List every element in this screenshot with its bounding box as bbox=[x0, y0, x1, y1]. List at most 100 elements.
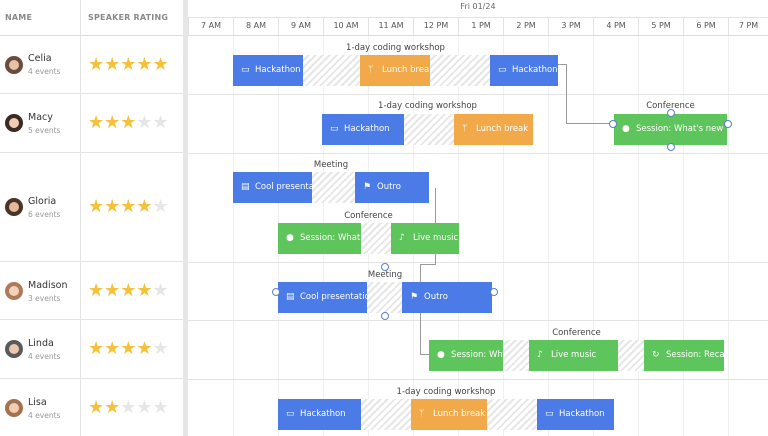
speaker-row[interactable]: Celia 4 events ★★★★★ bbox=[0, 36, 183, 94]
dependency-line[interactable] bbox=[558, 64, 566, 65]
hour-label: 5 PM bbox=[638, 18, 683, 36]
grid-line bbox=[638, 36, 639, 436]
avatar bbox=[5, 114, 23, 132]
rating-column-header[interactable]: SPEAKER RATING bbox=[88, 13, 168, 22]
refresh-icon: ↻ bbox=[652, 350, 660, 360]
resource-grid: NAME SPEAKER RATING Celia 4 events ★★★★★… bbox=[0, 0, 183, 436]
event-hackathon[interactable]: ▭ Hackathon bbox=[490, 55, 558, 86]
hour-label: 11 AM bbox=[368, 18, 413, 36]
rating-stars[interactable]: ★★★★★ bbox=[88, 56, 169, 74]
connector-handle[interactable] bbox=[667, 109, 675, 117]
guitar-icon: ♪ bbox=[537, 350, 543, 360]
flag-icon: ⚑ bbox=[363, 182, 372, 192]
dependency-line[interactable] bbox=[420, 264, 436, 265]
speaker-name: Madison bbox=[28, 280, 68, 291]
grid-line bbox=[593, 36, 594, 436]
event-hackathon[interactable]: ▭ Hackathon bbox=[233, 55, 303, 86]
row-line bbox=[188, 94, 768, 95]
rating-stars[interactable]: ★★★★★ bbox=[88, 340, 169, 358]
laptop-icon: ▭ bbox=[241, 65, 250, 75]
connector-handle[interactable] bbox=[272, 288, 280, 296]
speaker-row[interactable]: Lisa 4 events ★★★★★ bbox=[0, 379, 183, 436]
hour-label: 9 AM bbox=[278, 18, 323, 36]
event-hackathon[interactable]: ▭ Hackathon bbox=[322, 114, 404, 145]
connector-handle[interactable] bbox=[381, 263, 389, 271]
event-session-whats-new[interactable]: ●Session: What's new bbox=[614, 114, 727, 145]
info-icon: ● bbox=[622, 124, 630, 134]
name-column-header[interactable]: NAME bbox=[5, 13, 32, 22]
group-title: Meeting bbox=[367, 270, 403, 280]
speaker-events: 4 events bbox=[28, 352, 61, 361]
connector-handle[interactable] bbox=[724, 120, 732, 128]
row-line bbox=[188, 153, 768, 154]
hour-label: 8 AM bbox=[233, 18, 278, 36]
event-lunch-break[interactable]: ᛘ Lunch break bbox=[454, 114, 533, 145]
connector-handle[interactable] bbox=[609, 120, 617, 128]
event-hackathon[interactable]: ▭ Hackathon bbox=[537, 399, 614, 430]
break-gap bbox=[303, 55, 360, 86]
grid-line bbox=[683, 36, 684, 436]
event-live-music[interactable]: ♪ Live music bbox=[391, 223, 459, 254]
event-lunch-break[interactable]: ᛘ Lunch break bbox=[360, 55, 430, 86]
event-outro[interactable]: ⚑ Outro bbox=[402, 282, 492, 313]
speaker-events: 4 events bbox=[28, 67, 61, 76]
event-session-recap[interactable]: ↻ Session: Recap bbox=[644, 340, 724, 371]
hour-label: 7 PM bbox=[728, 18, 768, 36]
event-outro[interactable]: ⚑ Outro bbox=[355, 172, 429, 203]
document-icon: ▤ bbox=[286, 292, 295, 302]
grid-header: NAME SPEAKER RATING bbox=[0, 0, 183, 36]
break-gap bbox=[503, 340, 529, 371]
hour-label: 6 PM bbox=[683, 18, 728, 36]
dependency-line[interactable] bbox=[420, 354, 429, 355]
speaker-events: 6 events bbox=[28, 210, 61, 219]
grid-line bbox=[548, 36, 549, 436]
event-live-music[interactable]: ♪ Live music bbox=[529, 340, 618, 371]
rating-stars[interactable]: ★★★★★ bbox=[88, 198, 169, 216]
guitar-icon: ♪ bbox=[399, 233, 405, 243]
hour-label: 7 AM bbox=[188, 18, 233, 36]
connector-handle[interactable] bbox=[667, 143, 675, 151]
laptop-icon: ▭ bbox=[286, 409, 295, 419]
event-session-whats-new[interactable]: ●Session: What's new bbox=[429, 340, 503, 371]
hour-label: 10 AM bbox=[323, 18, 368, 36]
speaker-row[interactable]: Madison 3 events ★★★★★ bbox=[0, 262, 183, 320]
event-hackathon[interactable]: ▭ Hackathon bbox=[278, 399, 361, 430]
rating-stars[interactable]: ★★★★★ bbox=[88, 114, 169, 132]
event-cool-presentation[interactable]: ▤Cool presentation bbox=[233, 172, 312, 203]
laptop-icon: ▭ bbox=[498, 65, 507, 75]
grid-line bbox=[233, 36, 234, 436]
hour-label: 3 PM bbox=[548, 18, 593, 36]
group-title: Conference bbox=[552, 328, 601, 338]
row-line bbox=[188, 320, 768, 321]
document-icon: ▤ bbox=[241, 182, 250, 192]
speaker-row[interactable]: Gloria 6 events ★★★★★ bbox=[0, 153, 183, 262]
rating-stars[interactable]: ★★★★★ bbox=[88, 282, 169, 300]
speaker-name: Lisa bbox=[28, 397, 47, 408]
avatar bbox=[5, 340, 23, 358]
break-gap bbox=[361, 399, 411, 430]
utensils-icon: ᛘ bbox=[462, 124, 468, 134]
speaker-row[interactable]: Macy 5 events ★★★★★ bbox=[0, 94, 183, 153]
dependency-line[interactable] bbox=[566, 123, 612, 124]
rating-stars[interactable]: ★★★★★ bbox=[88, 399, 169, 417]
info-icon: ● bbox=[437, 350, 445, 360]
avatar bbox=[5, 282, 23, 300]
avatar bbox=[5, 198, 23, 216]
hour-label: 2 PM bbox=[503, 18, 548, 36]
speaker-events: 3 events bbox=[28, 294, 61, 303]
event-lunch-break[interactable]: ᛘ Lunch break bbox=[411, 399, 487, 430]
connector-handle[interactable] bbox=[490, 288, 498, 296]
speaker-name: Gloria bbox=[28, 196, 57, 207]
speaker-name: Macy bbox=[28, 112, 53, 123]
row-line bbox=[188, 379, 768, 380]
group-title: Meeting bbox=[313, 160, 349, 170]
dependency-line[interactable] bbox=[566, 64, 567, 124]
break-gap bbox=[430, 55, 490, 86]
break-gap bbox=[361, 223, 391, 254]
grid-line bbox=[503, 36, 504, 436]
laptop-icon: ▭ bbox=[545, 409, 554, 419]
speaker-row[interactable]: Linda 4 events ★★★★★ bbox=[0, 320, 183, 379]
event-session-whats-new[interactable]: ●Session: What's new bbox=[278, 223, 361, 254]
event-cool-presentation[interactable]: ▤Cool presentation bbox=[278, 282, 367, 313]
connector-handle[interactable] bbox=[381, 312, 389, 320]
